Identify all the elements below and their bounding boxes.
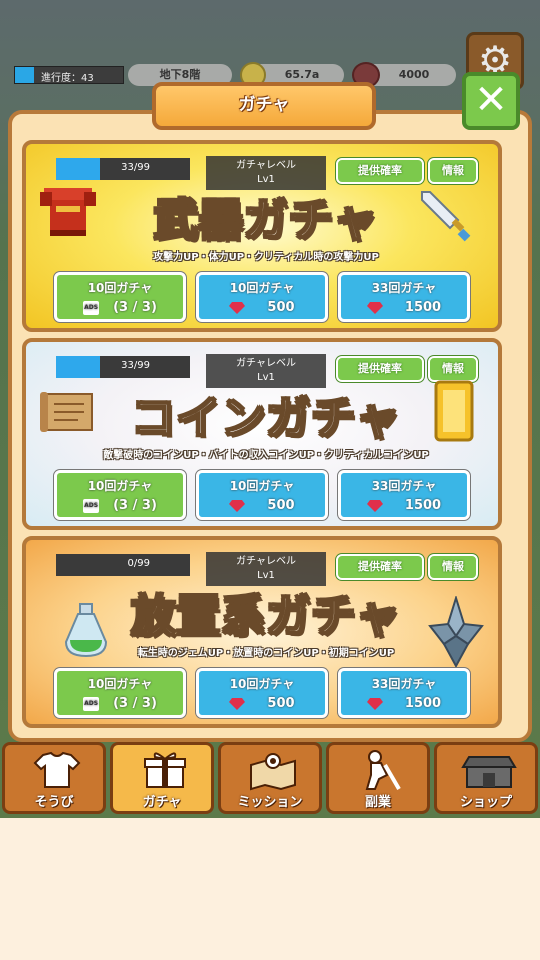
nav-tab-shop[interactable]: ショップ — [434, 742, 538, 814]
map-icon — [250, 753, 296, 791]
gacha-panel-coin: 33/99 ガチャレベル Lv1 提供確率 情報 コインガチャ 敵撃破時のコイン… — [22, 338, 502, 530]
ruby-icon — [229, 697, 246, 710]
armor-icon — [40, 188, 96, 236]
gacha-subtitle: 転生時のジェムUP・放置時のコインUP・初期コインUP — [137, 648, 395, 659]
progress-fill — [15, 67, 35, 83]
gem-cost: 500 — [267, 696, 295, 711]
sword-icon — [421, 191, 471, 242]
ad-gacha-button[interactable]: 10回ガチャ ADS (3 / 3) — [54, 272, 186, 322]
ad-video-icon: ADS — [83, 696, 100, 711]
ruby-icon — [229, 301, 246, 314]
button-label: 33回ガチャ — [371, 677, 437, 691]
modal-title: ガチャ — [152, 82, 376, 130]
nav-label: そうび — [34, 795, 74, 810]
gold-card-icon — [434, 380, 474, 442]
ruby-icon — [366, 697, 383, 710]
gem-cost: 500 — [267, 498, 295, 513]
drop-rate-button[interactable]: 提供確率 — [336, 158, 424, 184]
button-label: 10回ガチャ — [229, 281, 295, 295]
gacha-subtitle: 敵撃破時のコインUP・バイトの収入コインUP・クリティカルコインUP — [103, 450, 429, 461]
gacha-level-label: ガチャレベル — [236, 160, 296, 171]
gacha-title: 武器ガチャ — [153, 194, 379, 247]
shop-icon — [461, 756, 517, 788]
info-button[interactable]: 情報 — [428, 158, 478, 184]
gem-gacha-33-button[interactable]: 33回ガチャ 1500 — [338, 470, 470, 520]
close-button[interactable]: ✕ — [462, 72, 520, 130]
bottom-nav: そうび ガチャ ミッション 副業 ショップ — [0, 740, 540, 818]
gift-icon — [144, 752, 186, 788]
gem-cost: 500 — [267, 300, 295, 315]
gacha-panel-weapon: 33/99 ガチャレベル Lv1 提供確率 情報 武器ガチャ 攻撃力UP・体力U… — [22, 140, 502, 332]
worker-icon — [365, 750, 401, 791]
gacha-level-label: ガチャレベル — [236, 556, 296, 567]
nav-tab-sidejob[interactable]: 副業 — [326, 742, 430, 814]
ad-remaining: (3 / 3) — [113, 696, 157, 711]
shirt-icon — [33, 751, 81, 788]
button-label: 10回ガチャ — [87, 479, 153, 493]
ad-remaining: (3 / 3) — [113, 300, 157, 315]
close-icon: ✕ — [474, 77, 508, 123]
gacha-level-bar: 0/99 — [56, 554, 190, 576]
info-button[interactable]: 情報 — [428, 554, 478, 580]
gacha-panel-idle: 0/99 ガチャレベル Lv1 提供確率 情報 放置系ガチャ 転生時のジェムUP… — [22, 536, 502, 728]
gem-gacha-10-button[interactable]: 10回ガチャ 500 — [196, 272, 328, 322]
gem-cost: 1500 — [404, 300, 442, 315]
ad-video-icon: ADS — [83, 498, 100, 513]
gem-gacha-33-button[interactable]: 33回ガチャ 1500 — [338, 668, 470, 718]
button-label: 10回ガチャ — [229, 479, 295, 493]
ruby-icon — [229, 499, 246, 512]
button-label: 10回ガチャ — [229, 677, 295, 691]
gacha-level-bar: 33/99 — [56, 356, 190, 378]
drop-rate-button[interactable]: 提供確率 — [336, 356, 424, 382]
ad-gacha-button[interactable]: 10回ガチャ ADS (3 / 3) — [54, 668, 186, 718]
gacha-level-bar: 33/99 — [56, 158, 190, 180]
gem-cost: 1500 — [404, 498, 442, 513]
ad-remaining: (3 / 3) — [113, 498, 157, 513]
gacha-subtitle: 攻撃力UP・体力UP・クリティカル時の攻撃力UP — [153, 252, 379, 263]
drop-rate-button[interactable]: 提供確率 — [336, 554, 424, 580]
ad-video-icon: ADS — [83, 300, 100, 315]
gem-gacha-10-button[interactable]: 10回ガチャ 500 — [196, 470, 328, 520]
button-label: 10回ガチャ — [87, 281, 153, 295]
gem-gacha-10-button[interactable]: 10回ガチャ 500 — [196, 668, 328, 718]
nav-tab-equipment[interactable]: そうび — [2, 742, 106, 814]
nav-tab-gacha[interactable]: ガチャ — [110, 742, 214, 814]
nav-label: 副業 — [364, 795, 391, 810]
nav-label: ショップ — [459, 795, 512, 810]
scroll-icon — [40, 392, 93, 432]
gem-gacha-33-button[interactable]: 33回ガチャ 1500 — [338, 272, 470, 322]
ruby-icon — [366, 499, 383, 512]
gacha-level-progress: 0/99 — [127, 558, 150, 569]
button-label: 33回ガチャ — [371, 479, 437, 493]
gacha-title: 放置系ガチャ — [130, 590, 401, 643]
progress-label: 進行度：43 — [41, 73, 94, 84]
gacha-level-progress: 33/99 — [121, 162, 150, 173]
gacha-level-progress: 33/99 — [121, 360, 150, 371]
info-button[interactable]: 情報 — [428, 356, 478, 382]
gacha-title: コインガチャ — [130, 392, 401, 445]
progress-bar: 進行度：43 — [14, 66, 124, 84]
nav-tab-mission[interactable]: ミッション — [218, 742, 322, 814]
button-label: 33回ガチャ — [371, 281, 437, 295]
nav-label: ガチャ — [142, 795, 182, 810]
gem-cost: 1500 — [404, 696, 442, 711]
ad-gacha-button[interactable]: 10回ガチャ ADS (3 / 3) — [54, 470, 186, 520]
button-label: 10回ガチャ — [87, 677, 153, 691]
gacha-level-label: ガチャレベル — [236, 358, 296, 369]
nav-label: ミッション — [237, 795, 303, 810]
ruby-icon — [366, 301, 383, 314]
